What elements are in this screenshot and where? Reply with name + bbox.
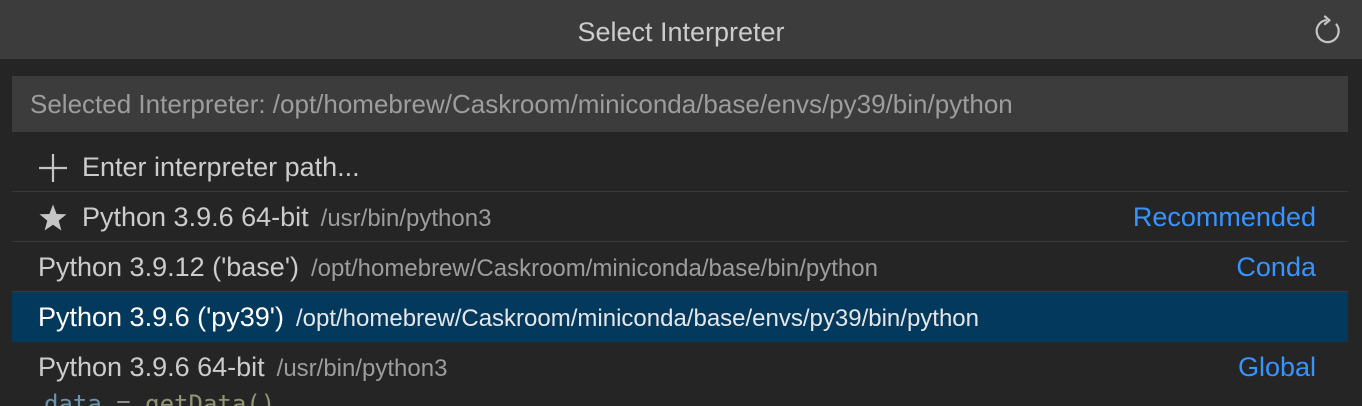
list-item-label: Python 3.9.6 64-bit/usr/bin/python3 [38,342,447,394]
list-item-interpreter[interactable]: Python 3.9.6 64-bit/usr/bin/python3 Glob… [12,342,1348,392]
interpreter-name: Python 3.9.12 ('base') [38,252,299,282]
plus-icon [38,153,68,183]
star-icon [38,203,68,233]
interpreter-path: /usr/bin/python3 [320,205,492,232]
list-item-interpreter[interactable]: Python 3.9.6 64-bit/usr/bin/python3 Reco… [12,192,1348,242]
interpreter-name: Python 3.9.6 64-bit [82,202,309,232]
list-item-enter-path[interactable]: Enter interpreter path... [12,142,1348,192]
interpreter-search-input[interactable]: Selected Interpreter: /opt/homebrew/Cask… [12,76,1348,132]
list-item-label: Enter interpreter path... [82,152,360,182]
list-item-label: Python 3.9.6 64-bit/usr/bin/python3 [82,192,491,244]
interpreter-name: Python 3.9.6 ('py39') [38,302,284,332]
interpreter-path: /opt/homebrew/Caskroom/miniconda/base/en… [295,305,980,332]
interpreter-name: Python 3.9.6 64-bit [38,352,265,382]
list-item-interpreter[interactable]: Python 3.9.12 ('base') /opt/homebrew/Cask… [12,242,1348,292]
interpreter-path: /usr/bin/python3 [276,355,448,382]
interpreter-path: /opt/homebrew/Caskroom/miniconda/base/bi… [310,255,878,282]
quick-pick-header: Select Interpreter [0,3,1362,59]
code-variable: data [44,390,102,406]
conda-badge: Conda [1236,252,1316,282]
global-badge: Global [1237,352,1316,382]
list-item-interpreter-selected[interactable]: Python 3.9.6 ('py39') /opt/homebrew/Caskr… [12,292,1348,342]
list-item-label: Python 3.9.12 ('base') /opt/homebrew/Cask… [38,242,878,294]
refresh-icon[interactable] [1312,15,1344,47]
code-operator: = [116,390,131,406]
recommended-badge: Recommended [1132,202,1316,232]
interpreter-picker: Select Interpreter Selected Interpreter:… [0,0,1362,406]
editor-code-peek: data = getData() [44,392,275,406]
interpreter-list: Enter interpreter path... Python 3.9.6 6… [12,142,1348,392]
list-item-label: Python 3.9.6 ('py39') /opt/homebrew/Caskr… [38,292,979,344]
quick-pick-title: Select Interpreter [577,17,785,47]
code-call: getData() [145,390,276,406]
